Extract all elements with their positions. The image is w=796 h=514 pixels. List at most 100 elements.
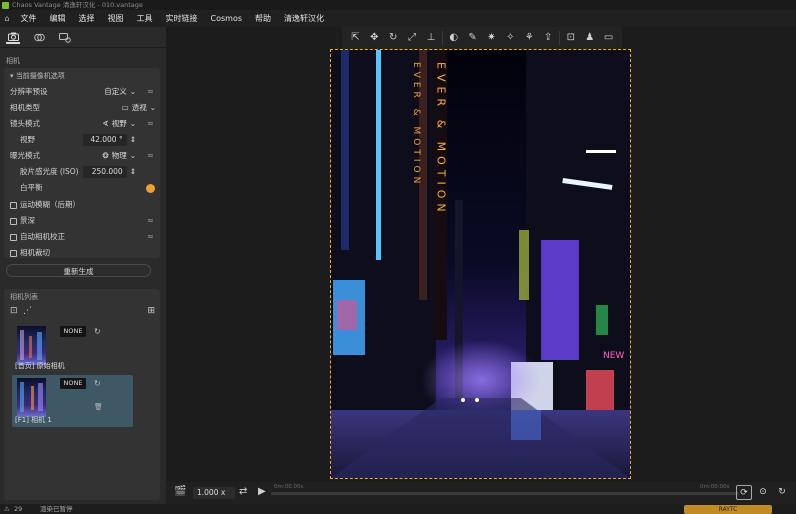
teapot-icon[interactable]: ⊙ — [755, 485, 771, 500]
row-label: 视野 — [20, 135, 35, 144]
rotate-tool-icon[interactable]: ↻ — [385, 27, 401, 49]
checkbox-icon[interactable] — [10, 217, 17, 225]
adjust-icon[interactable]: ≈ — [145, 116, 156, 132]
checkbox-icon[interactable] — [10, 233, 17, 241]
select-tool-icon[interactable]: ⇱ — [347, 27, 363, 49]
adjust-icon[interactable]: ≈ — [145, 148, 156, 164]
snapshot-icon[interactable]: ⊡ — [563, 27, 579, 49]
menu-help[interactable]: 帮助 — [249, 10, 278, 27]
sync-icon[interactable]: ↻ — [94, 327, 101, 336]
render-viewport[interactable]: EVER & MOTION EVER & MOTION NEW — [330, 49, 631, 479]
speed-dropdown[interactable]: 1.000 x — [193, 487, 235, 499]
camera-options-icon[interactable]: ⋰ — [23, 306, 32, 316]
menu-cosmos[interactable]: Cosmos — [204, 10, 249, 27]
title-bar: Chaos Vantage 清逸轩汉化 - 010.vantage — [0, 0, 796, 10]
resolution-dropdown[interactable]: 自定义 ⌄ — [104, 84, 136, 100]
camera-item-selected[interactable]: NONE ↻ 🗑 [F1] 相机 1 — [12, 375, 133, 427]
menu-localization[interactable]: 清逸轩汉化 — [278, 10, 331, 27]
chevron-down-icon: ⌄ — [129, 151, 136, 160]
row-label: 白平衡 — [20, 183, 43, 192]
sync-icon[interactable]: ↻ — [94, 379, 101, 388]
row-exposure-mode: 曝光模式 ❂ 物理 ⌄ ≈ — [4, 148, 160, 164]
lens-mode-dropdown[interactable]: ∢ 视野 ⌄ — [102, 116, 136, 132]
adjust-icon[interactable]: ≈ — [145, 213, 156, 229]
viewport-toolbar: ⇱ ✥ ↻ ⤢ ⊥ ◐ ✎ ✷ ✧ ⚘ ⇪ ⊡ ♟ ▭ — [342, 27, 622, 49]
row-dof[interactable]: 景深 ≈ — [4, 213, 160, 229]
camera-thumbnail — [17, 326, 46, 365]
adjust-icon[interactable]: ≈ — [145, 84, 156, 100]
checkbox-label: 自动相机校正 — [20, 232, 65, 241]
loop-icon[interactable]: ⇄ — [239, 486, 247, 497]
app-logo-icon — [2, 2, 9, 9]
row-label: 曝光模式 — [10, 151, 40, 160]
checkbox-icon[interactable] — [10, 201, 17, 209]
iso-input[interactable]: 250.000 — [82, 166, 127, 178]
tab-environment-icon[interactable] — [32, 30, 46, 44]
menu-tools[interactable]: 工具 — [130, 10, 159, 27]
regenerate-button[interactable]: 重新生成 — [6, 264, 151, 277]
group-header[interactable]: ▾ 当前摄像机选项 — [4, 68, 160, 84]
camera-thumbnail — [17, 378, 46, 417]
pick-icon[interactable]: ✎ — [465, 27, 481, 49]
camera-badge: NONE — [60, 326, 86, 337]
live-sync-icon[interactable]: ⟳ — [736, 485, 752, 500]
white-balance-color-swatch[interactable] — [146, 184, 155, 193]
row-camera-crop[interactable]: 相机裁切 — [4, 245, 160, 261]
row-iso: 胶片感光度 (ISO) 250.000 ⇕ — [4, 164, 160, 180]
menu-edit[interactable]: 编辑 — [43, 10, 72, 27]
camera-type-dropdown[interactable]: ▭ 透视 ⌄ — [122, 100, 156, 116]
warning-icon[interactable]: ⚠ — [4, 504, 10, 514]
adjust-icon[interactable]: ≈ — [145, 229, 156, 245]
checkbox-icon[interactable] — [10, 249, 17, 257]
row-label: 胶片感光度 (ISO) — [20, 167, 79, 176]
home-icon[interactable]: ⌂ — [0, 14, 14, 23]
section-camera-title: 相机 — [6, 57, 20, 65]
menu-select[interactable]: 选择 — [72, 10, 101, 27]
fov-input[interactable]: 42.000 ° — [82, 134, 127, 146]
group-title: 当前摄像机选项 — [15, 72, 65, 80]
add-light-icon[interactable]: ⇪ — [540, 27, 556, 49]
checkbox-label: 景深 — [20, 216, 35, 225]
exposure-dropdown[interactable]: ❂ 物理 ⌄ — [102, 148, 136, 164]
light-icon[interactable]: ✷ — [483, 27, 499, 49]
menu-live-link[interactable]: 实时链接 — [159, 10, 204, 27]
frame-icon: ▭ — [121, 103, 129, 112]
row-motion-blur[interactable]: 运动模糊（后期） — [4, 197, 160, 213]
status-text: 渲染已暂停 — [40, 505, 73, 513]
neon-sign-new: NEW — [603, 351, 624, 361]
lamp-icon[interactable]: ⚘ — [521, 27, 537, 49]
spinner-icon[interactable]: ⇕ — [130, 132, 136, 148]
scale-tool-icon[interactable]: ⤢ — [404, 27, 420, 49]
row-label: 镜头模式 — [10, 119, 40, 128]
screen-icon[interactable]: ▭ — [601, 27, 617, 49]
row-auto-correct[interactable]: 自动相机校正 ≈ — [4, 229, 160, 245]
chevron-down-icon: ⌄ — [149, 103, 156, 112]
menu-view[interactable]: 视图 — [101, 10, 130, 27]
refresh-icon[interactable]: ↻ — [774, 485, 790, 500]
add-camera-icon[interactable]: ⊡ — [10, 306, 18, 316]
time-start: 0m:00.00s — [274, 484, 304, 490]
trash-icon[interactable]: 🗑 — [94, 403, 103, 411]
play-icon[interactable]: ▶ — [258, 486, 266, 497]
aperture-icon: ❂ — [102, 151, 109, 160]
walk-icon[interactable]: ♟ — [582, 27, 598, 49]
tab-settings-icon[interactable] — [58, 30, 72, 44]
neon-sign-left: EVER & MOTION — [411, 62, 421, 187]
row-label: 相机类型 — [10, 103, 40, 112]
clapper-icon[interactable]: 🎬 — [174, 486, 186, 497]
tab-camera-icon[interactable] — [6, 30, 20, 44]
spinner-icon[interactable]: ⇕ — [130, 164, 136, 180]
move-tool-icon[interactable]: ✥ — [366, 27, 382, 49]
new-camera-icon[interactable]: ⊞ — [147, 306, 155, 316]
timeline-track[interactable] — [271, 492, 739, 495]
chevron-down-icon: ⌄ — [129, 119, 136, 128]
menu-bar: ⌂ 文件 编辑 选择 视图 工具 实时链接 Cosmos 帮助 清逸轩汉化 — [0, 10, 796, 27]
camera-badge: NONE — [60, 378, 86, 389]
menu-file[interactable]: 文件 — [14, 10, 43, 27]
camera-item[interactable]: NONE ↻ [首页] 原始相机 — [12, 323, 133, 371]
axis-tool-icon[interactable]: ⊥ — [423, 27, 439, 49]
render-button[interactable]: RAYTC — [684, 505, 772, 514]
material-icon[interactable]: ◐ — [446, 27, 462, 49]
left-panel-tabs — [0, 27, 166, 48]
sparkle-icon[interactable]: ✧ — [502, 27, 518, 49]
